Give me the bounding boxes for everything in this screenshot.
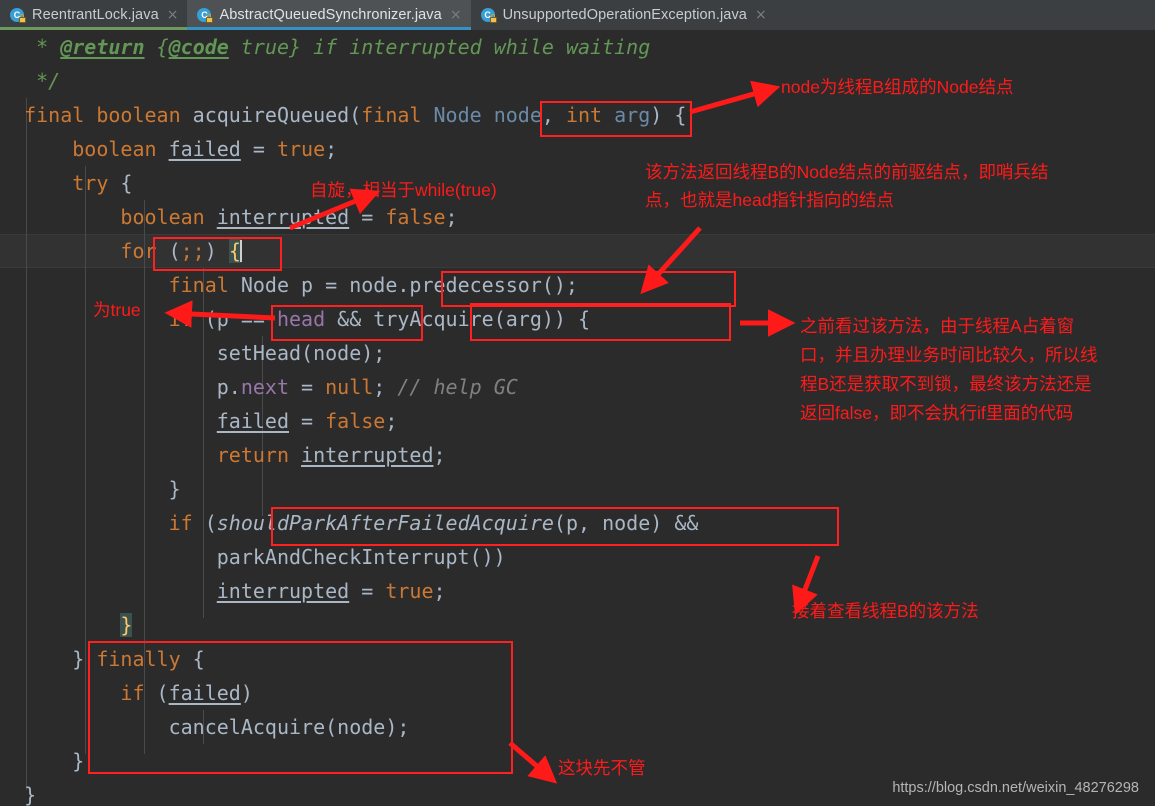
note-spin: 自旋，相当于while(true): [310, 180, 497, 200]
note-tryacquire: 之前看过该方法，由于线程A占着窗 口，并且办理业务时间比较久，所以线 程B还是获…: [800, 316, 1098, 423]
code-line: * @return {@code true} if interrupted wh…: [0, 35, 651, 59]
note-predecessor: 该方法返回线程B的Node结点的前驱结点，即哨兵结 点，也就是head指针指向的…: [645, 162, 1049, 210]
watermark: https://blog.csdn.net/weixin_48276298: [892, 780, 1139, 796]
note-node-param: node为线程B组成的Node结点: [781, 77, 1014, 97]
java-class-locked-icon: C: [480, 7, 497, 23]
java-class-locked-icon: C: [197, 7, 214, 23]
tab-unsupportedoperationexception[interactable]: C UnsupportedOperationException.java ×: [471, 0, 776, 30]
editor-tab-bar: C ReentrantLock.java × C AbstractQueuedS…: [0, 0, 1155, 30]
tab-abstractqueuedsynchronizer[interactable]: C AbstractQueuedSynchronizer.java ×: [187, 0, 471, 30]
note-finally: 这块先不管: [558, 758, 646, 778]
code-line: final Node p = node.predecessor();: [0, 273, 578, 297]
code-line: } finally {: [0, 647, 205, 671]
code-line: cancelAcquire(node);: [0, 715, 410, 739]
code-line: final boolean acquireQueued(final Node n…: [0, 103, 687, 127]
code-line: for (;;) {: [0, 239, 242, 263]
note-shouldpark: 接着查看线程B的该方法: [792, 601, 979, 621]
code-line: return interrupted;: [0, 443, 446, 467]
code-line: interrupted = true;: [216, 579, 446, 603]
close-icon[interactable]: ×: [448, 8, 462, 22]
code-line: parkAndCheckInterrupt()): [0, 545, 506, 569]
close-icon[interactable]: ×: [753, 8, 767, 22]
java-class-locked-icon: C: [10, 7, 26, 23]
tab-label: UnsupportedOperationException.java: [502, 7, 747, 23]
tab-reentrantlock[interactable]: C ReentrantLock.java ×: [0, 0, 188, 30]
tab-label: AbstractQueuedSynchronizer.java: [219, 7, 442, 23]
code-line: if (failed): [0, 681, 253, 705]
code-line: if (shouldParkAfterFailedAcquire(p, node…: [0, 511, 699, 535]
close-icon[interactable]: ×: [165, 8, 179, 22]
note-is-true: 为true: [93, 300, 141, 320]
code-line: }: [120, 613, 133, 637]
code-line: }: [0, 477, 181, 501]
tab-label: ReentrantLock.java: [32, 7, 159, 23]
